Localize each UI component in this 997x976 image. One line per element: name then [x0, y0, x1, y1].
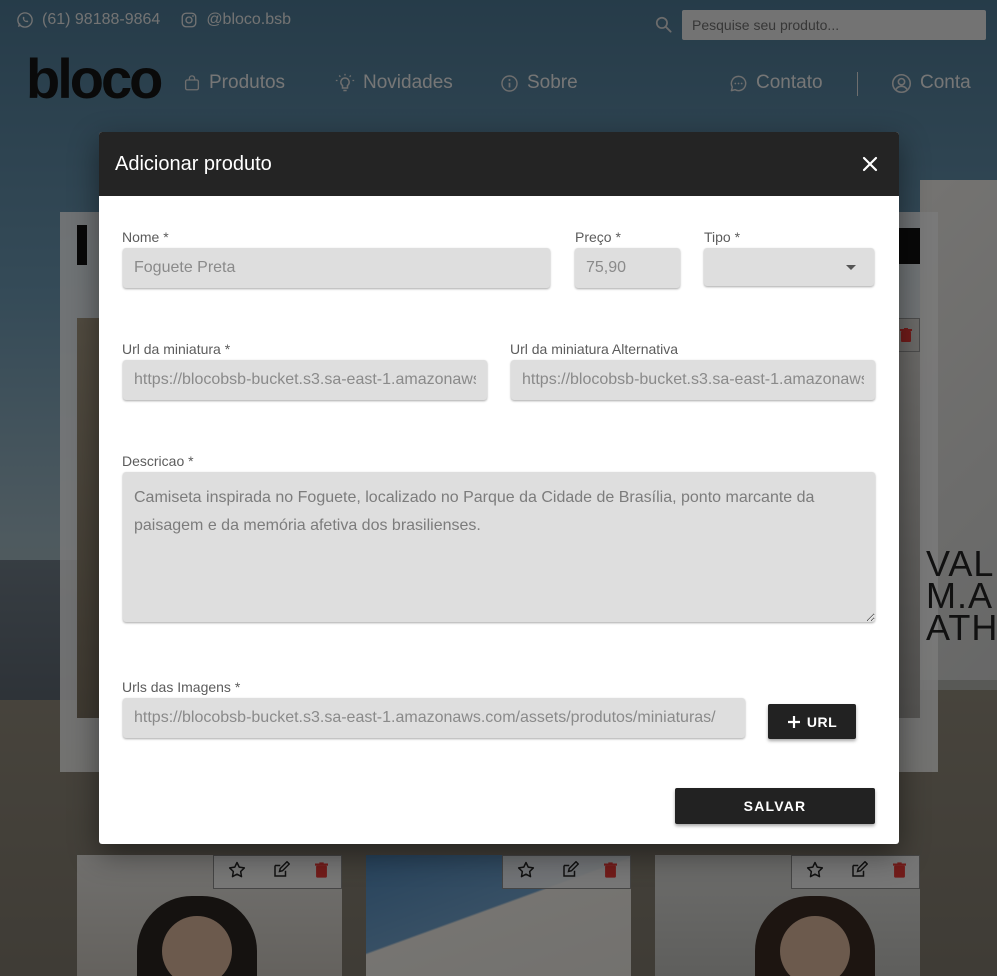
- close-button[interactable]: [857, 151, 883, 177]
- nome-field[interactable]: [123, 248, 550, 288]
- descricao-field[interactable]: Camiseta inspirada no Foguete, localizad…: [123, 472, 875, 622]
- save-button[interactable]: SALVAR: [675, 788, 875, 824]
- tipo-select[interactable]: [704, 248, 874, 286]
- add-url-label: URL: [806, 713, 838, 730]
- chevron-down-icon: [846, 264, 856, 270]
- urls-imagens-field[interactable]: [123, 698, 745, 738]
- plus-icon: [787, 715, 800, 728]
- url-miniatura-field[interactable]: [123, 360, 487, 400]
- url-miniatura-alt-field[interactable]: [511, 360, 875, 400]
- close-icon: [862, 156, 878, 172]
- preco-label: Preço *: [575, 229, 621, 245]
- descricao-label: Descricao *: [122, 453, 194, 469]
- nome-label: Nome *: [122, 229, 169, 245]
- tipo-label: Tipo *: [704, 229, 741, 245]
- urls-imagens-label: Urls das Imagens *: [122, 679, 241, 695]
- dialog-header: Adicionar produto: [99, 132, 899, 196]
- add-url-button[interactable]: URL: [768, 704, 856, 739]
- dialog-title: Adicionar produto: [115, 152, 272, 175]
- preco-field[interactable]: [575, 248, 680, 288]
- url-miniatura-label: Url da miniatura *: [122, 341, 231, 357]
- add-product-dialog: Adicionar produto Nome * Preço * Tipo * …: [99, 132, 899, 844]
- url-miniatura-alt-label: Url da miniatura Alternativa: [510, 341, 679, 357]
